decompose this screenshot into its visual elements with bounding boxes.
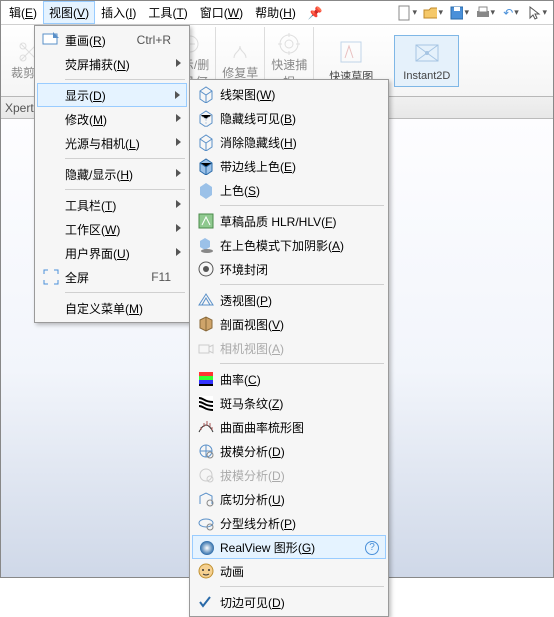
hidden-removed-icon <box>196 132 216 152</box>
menu-toolbars[interactable]: 工具栏(T) <box>37 193 187 217</box>
save-button[interactable]: ▾ <box>449 3 469 23</box>
help-icon[interactable]: ? <box>365 541 379 555</box>
zebra-icon <box>196 393 216 413</box>
fullscreen-icon <box>41 267 61 287</box>
quick-access-toolbar: ▾ ▾ ▾ ▾ ↶▾ ▾ <box>391 1 553 25</box>
select-button[interactable]: ▾ <box>527 3 547 23</box>
menu-shaded-edges[interactable]: 带边线上色(E) <box>192 154 386 178</box>
menu-parting-line[interactable]: 分型线分析(P) <box>192 511 386 535</box>
menu-perspective[interactable]: 透视图(P) <box>192 288 386 312</box>
menu-curvature[interactable]: 曲率(C) <box>192 367 386 391</box>
curvature-icon <box>196 369 216 389</box>
menu-realview[interactable]: RealView 图形(G)? <box>192 535 386 559</box>
wireframe-icon <box>196 84 216 104</box>
print-button[interactable]: ▾ <box>475 3 495 23</box>
curvature-comb-icon <box>196 417 216 437</box>
shaded-icon <box>196 180 216 200</box>
ao-icon <box>196 259 216 279</box>
draft-analysis-icon-2 <box>196 465 216 485</box>
undercut-icon <box>196 489 216 509</box>
menu-edit[interactable]: 辑(E) <box>3 1 43 24</box>
menu-tangent-edges[interactable]: 切边可见(D) <box>192 590 386 614</box>
menu-section-view[interactable]: 剖面视图(V) <box>192 312 386 336</box>
menu-insert[interactable]: 插入(I) <box>95 1 142 24</box>
menu-view[interactable]: 视图(V) <box>43 1 95 24</box>
menu-draft-quality[interactable]: 草稿品质 HLR/HLV(F) <box>192 209 386 233</box>
undo-button[interactable]: ↶▾ <box>501 3 521 23</box>
menu-fullscreen[interactable]: 全屏F11 <box>37 265 187 289</box>
ribbon-instant2d[interactable]: Instant2D <box>394 35 459 87</box>
menu-undercut-analysis[interactable]: 底切分析(U) <box>192 487 386 511</box>
pin-icon[interactable]: 📌 <box>302 3 329 23</box>
section-icon <box>196 314 216 334</box>
menu-draft-analysis-2: 拔模分析(D) <box>192 463 386 487</box>
display-submenu: 线架图(W) 隐藏线可见(B) 消除隐藏线(H) 带边线上色(E) 上色(S) … <box>189 79 389 617</box>
draft-quality-icon <box>196 211 216 231</box>
menu-curvature-comb[interactable]: 曲面曲率梳形图 <box>192 415 386 439</box>
menu-shaded[interactable]: 上色(S) <box>192 178 386 202</box>
shadows-icon <box>196 235 216 255</box>
camera-icon <box>196 338 216 358</box>
menu-window[interactable]: 窗口(W) <box>194 1 249 24</box>
cartoon-icon <box>196 561 216 581</box>
menu-customize[interactable]: 自定义菜单(M) <box>37 296 187 320</box>
draft-analysis-icon <box>196 441 216 461</box>
menu-workspace[interactable]: 工作区(W) <box>37 217 187 241</box>
shaded-edges-icon <box>196 156 216 176</box>
menu-camera-view: 相机视图(A) <box>192 336 386 360</box>
menu-hide-show[interactable]: 隐藏/显示(H) <box>37 162 187 186</box>
hidden-visible-icon <box>196 108 216 128</box>
open-button[interactable]: ▾ <box>423 3 443 23</box>
menu-hidden-removed[interactable]: 消除隐藏线(H) <box>192 130 386 154</box>
perspective-icon <box>196 290 216 310</box>
menu-draft-analysis[interactable]: 拔模分析(D) <box>192 439 386 463</box>
menu-shadows[interactable]: 在上色模式下加阴影(A) <box>192 233 386 257</box>
menu-zebra[interactable]: 斑马条纹(Z) <box>192 391 386 415</box>
xpert-tab[interactable]: Xpert <box>5 101 34 115</box>
menu-help[interactable]: 帮助(H) <box>249 1 302 24</box>
menu-lights-cameras[interactable]: 光源与相机(L) <box>37 131 187 155</box>
menu-tools[interactable]: 工具(T) <box>142 1 193 24</box>
checkmark-icon <box>199 596 211 608</box>
view-menu: 重画(R) Ctrl+R 荧屏捕获(N) 显示(D) 修改(M) 光源与相机(L… <box>34 25 190 323</box>
realview-icon <box>197 538 217 558</box>
menu-ambient-occlusion[interactable]: 环境封闭 <box>192 257 386 281</box>
new-doc-button[interactable]: ▾ <box>397 3 417 23</box>
redraw-icon <box>41 30 61 50</box>
menu-screen-capture[interactable]: 荧屏捕获(N) <box>37 52 187 76</box>
menu-display[interactable]: 显示(D) <box>37 83 187 107</box>
menu-user-interface[interactable]: 用户界面(U) <box>37 241 187 265</box>
parting-icon <box>196 513 216 533</box>
menu-redraw[interactable]: 重画(R) Ctrl+R <box>37 28 187 52</box>
menu-modify[interactable]: 修改(M) <box>37 107 187 131</box>
menu-hidden-visible[interactable]: 隐藏线可见(B) <box>192 106 386 130</box>
menu-cartoon[interactable]: 动画 <box>192 559 386 583</box>
menu-wireframe[interactable]: 线架图(W) <box>192 82 386 106</box>
